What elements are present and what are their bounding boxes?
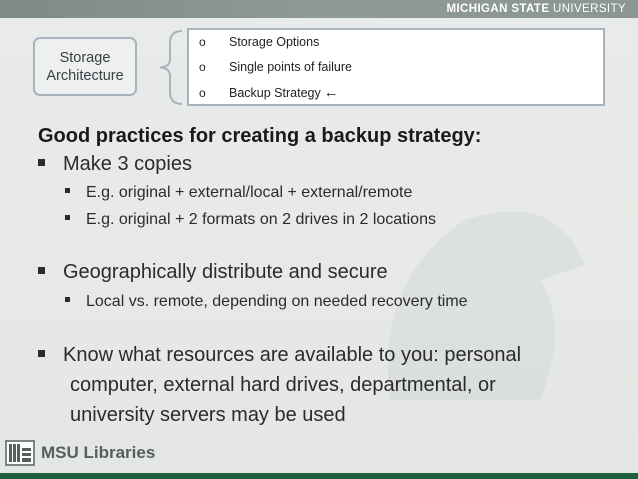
option-bullet: o xyxy=(199,86,206,100)
option-label: Storage Options xyxy=(229,35,320,49)
bullet-make-copies: Make 3 copies xyxy=(38,152,192,177)
sub-bullet-text: Local vs. remote, depending on needed re… xyxy=(86,293,468,310)
slide-heading: Good practices for creating a backup str… xyxy=(38,125,482,147)
architecture-label-line2: Architecture xyxy=(46,67,124,84)
option-bullet: o xyxy=(199,60,206,74)
option-storage-options: o Storage Options xyxy=(199,35,319,49)
bullet-know-resources: Know what resources are available to you… xyxy=(38,343,521,368)
bullet-text: Know what resources are available to you… xyxy=(63,344,522,366)
square-bullet-icon xyxy=(65,188,70,194)
footer-accent-bar xyxy=(0,473,638,479)
option-single-points-of-failure: o Single points of failure xyxy=(199,60,352,74)
option-backup-strategy: o Backup Strategy ← xyxy=(199,84,339,101)
square-bullet-icon xyxy=(38,267,45,275)
sub-bullet-local-vs-remote: Local vs. remote, depending on needed re… xyxy=(65,292,468,312)
bullet-text: Geographically distribute and secure xyxy=(63,261,388,283)
option-bullet: o xyxy=(199,35,206,49)
architecture-label-line1: Storage xyxy=(59,49,111,66)
bullet-know-resources-line2: computer, external hard drives, departme… xyxy=(70,374,496,396)
bullet-know-resources-line3: university servers may be used xyxy=(70,404,346,426)
sub-bullet-text: E.g. original + 2 formats on 2 drives in… xyxy=(86,211,436,228)
wordmark-regular: UNIVERSITY xyxy=(549,3,626,15)
wordmark-bold: MICHIGAN STATE xyxy=(446,3,550,15)
storage-architecture-box: Storage Architecture xyxy=(33,37,137,96)
university-wordmark: MICHIGAN STATE UNIVERSITY xyxy=(446,2,626,16)
option-label: Backup Strategy xyxy=(229,86,321,100)
bullet-geographically-distribute: Geographically distribute and secure xyxy=(38,260,388,285)
sub-bullet-example-2: E.g. original + 2 formats on 2 drives in… xyxy=(65,210,436,230)
square-bullet-icon xyxy=(65,215,70,221)
library-building-icon xyxy=(5,440,35,466)
square-bullet-icon xyxy=(38,350,45,358)
square-bullet-icon xyxy=(38,159,45,167)
slide: MICHIGAN STATE UNIVERSITY Storage Archit… xyxy=(0,0,638,479)
msu-libraries-logo: MSU Libraries xyxy=(5,437,155,469)
sub-bullet-example-1: E.g. original + external/local + externa… xyxy=(65,183,412,203)
top-bar: MICHIGAN STATE UNIVERSITY xyxy=(0,0,638,18)
msu-libraries-text: MSU Libraries xyxy=(41,443,156,462)
sub-bullet-text: E.g. original + external/local + externa… xyxy=(86,184,413,201)
topic-options-box: o Storage Options o Single points of failu… xyxy=(187,28,605,106)
option-label: Single points of failure xyxy=(229,60,352,74)
left-brace-icon xyxy=(159,30,183,105)
left-arrow-icon: ← xyxy=(323,84,339,101)
square-bullet-icon xyxy=(65,297,70,303)
bullet-text: Make 3 copies xyxy=(63,153,192,175)
